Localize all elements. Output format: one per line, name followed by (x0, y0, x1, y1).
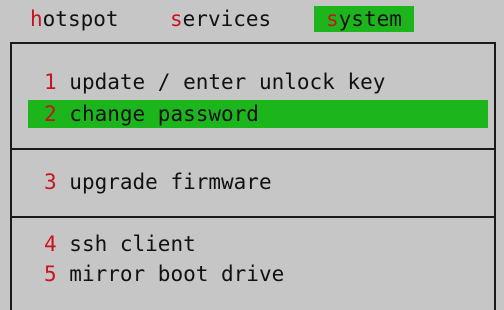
menu-services-hotkey: s (170, 7, 183, 31)
option-1-label: update / enter unlock key (56, 70, 386, 94)
option-mirror-boot-drive[interactable]: 5 mirror boot drive (28, 260, 488, 288)
menu-bar: hotspot services system (0, 6, 504, 32)
option-3-label: upgrade firmware (56, 170, 272, 194)
menu-hotspot-label: otspot (42, 7, 119, 31)
option-ssh-client[interactable]: 4 ssh client (28, 230, 488, 258)
menu-system[interactable]: system (314, 6, 414, 32)
option-1-number: 1 (44, 70, 57, 94)
option-upgrade-firmware[interactable]: 3 upgrade firmware (28, 168, 488, 196)
option-3-number: 3 (44, 170, 57, 194)
menu-hotspot-hotkey: h (30, 7, 43, 31)
option-4-number: 4 (44, 232, 57, 256)
system-menu-panel: 1 update / enter unlock key 2 change pas… (10, 42, 496, 310)
option-update-unlock-key[interactable]: 1 update / enter unlock key (28, 68, 488, 96)
menu-divider (12, 216, 494, 218)
menu-divider (12, 148, 494, 150)
option-change-password[interactable]: 2 change password (28, 100, 488, 128)
option-4-label: ssh client (56, 232, 196, 256)
menu-services[interactable]: services (170, 6, 271, 32)
menu-services-label: ervices (182, 7, 272, 31)
option-5-number: 5 (44, 262, 57, 286)
option-2-label: change password (56, 102, 259, 126)
menu-hotspot[interactable]: hotspot (30, 6, 119, 32)
menu-system-label: ystem (338, 7, 402, 31)
option-5-label: mirror boot drive (56, 262, 285, 286)
menu-system-hotkey: s (326, 7, 339, 31)
option-2-number: 2 (44, 102, 57, 126)
